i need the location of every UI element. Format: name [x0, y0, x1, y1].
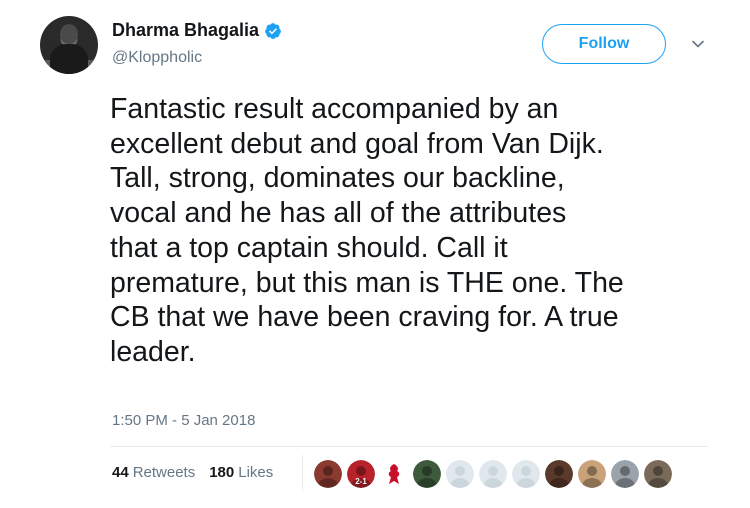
retweets-count[interactable]: 44	[112, 464, 129, 481]
default-avatar-icon[interactable]	[512, 460, 540, 488]
avatar-figure	[50, 44, 88, 74]
tweet-text-line: that a top captain should. Call it	[110, 231, 508, 264]
user-avatar-icon[interactable]	[578, 460, 606, 488]
tweet-stats: 44 Retweets 180 Likes	[112, 464, 287, 481]
user-avatar-icon[interactable]	[545, 460, 573, 488]
liverpool-crest-icon[interactable]	[380, 460, 408, 488]
retweets-label[interactable]: Retweets	[133, 464, 196, 481]
tweet-text-line: excellent debut and goal from Van Dijk.	[110, 127, 604, 160]
tweet-text-line: Tall, strong, dominates our backline,	[110, 162, 565, 195]
author-handle[interactable]: @Kloppholic	[112, 49, 202, 67]
user-avatar-icon[interactable]	[611, 460, 639, 488]
author-name-row: Dharma Bhagalia	[112, 20, 282, 41]
liker-avatars: 2-1	[314, 460, 677, 488]
stats-separator	[302, 455, 303, 491]
verified-badge-icon	[265, 22, 281, 39]
follow-button[interactable]: Follow	[542, 24, 666, 64]
user-avatar-icon[interactable]	[644, 460, 672, 488]
tweet-text-line: Fantastic result accompanied by an	[110, 93, 559, 125]
svg-text:2-1: 2-1	[355, 477, 367, 486]
user-avatar-scoreboard-icon[interactable]: 2-1	[347, 460, 375, 488]
likes-count[interactable]: 180	[209, 464, 234, 481]
author-name[interactable]: Dharma Bhagalia	[112, 20, 259, 41]
tweet-text: Fantastic result accompanied by an excel…	[110, 92, 720, 370]
author-avatar[interactable]	[40, 16, 98, 74]
tweet-text-line: vocal and he has all of the attributes	[110, 197, 567, 230]
user-avatar-icon[interactable]	[413, 460, 441, 488]
tweet-text-line: premature, but this man is THE one. The	[110, 266, 624, 299]
avatar-head	[60, 24, 78, 44]
default-avatar-icon[interactable]	[446, 460, 474, 488]
tweet-timestamp[interactable]: 1:50 PM - 5 Jan 2018	[112, 412, 255, 429]
default-avatar-icon[interactable]	[479, 460, 507, 488]
user-avatar-icon[interactable]	[314, 460, 342, 488]
tweet-text-line: CB that we have been craving for. A true	[110, 301, 619, 334]
tweet-text-line: leader.	[110, 335, 196, 368]
likes-label[interactable]: Likes	[238, 464, 273, 481]
divider	[110, 446, 708, 447]
chevron-down-icon[interactable]	[690, 36, 706, 52]
